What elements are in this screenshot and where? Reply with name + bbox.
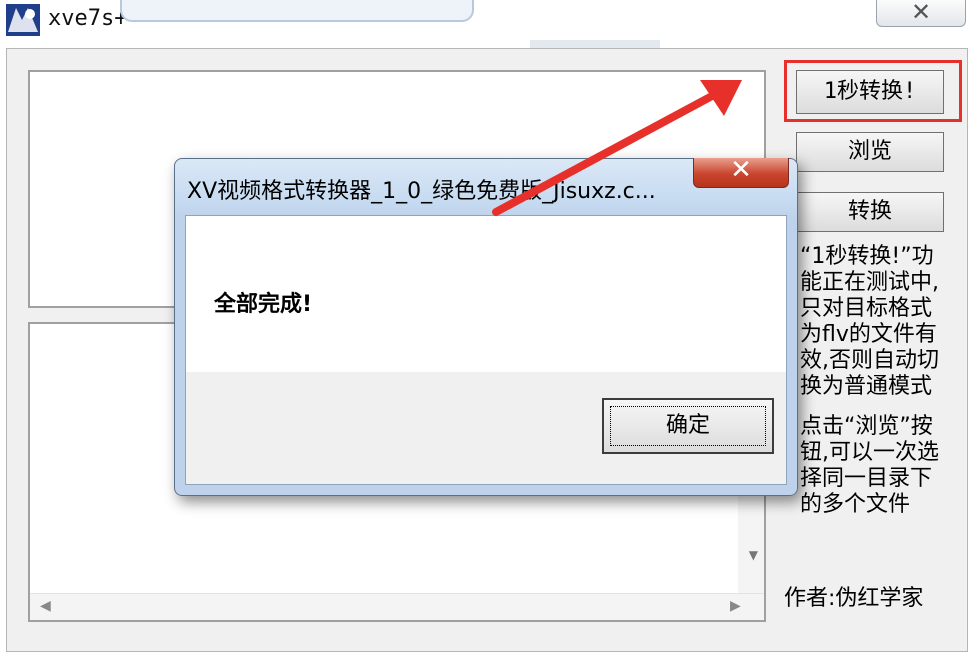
window-close-button[interactable]: ✕	[876, 0, 966, 27]
browse-button[interactable]: 浏览	[796, 132, 944, 172]
close-icon: ✕	[910, 0, 932, 26]
dialog-close-button[interactable]: ✕	[693, 155, 789, 188]
author-label: 作者:伪红学家	[784, 586, 924, 611]
dialog-message-area: 全部完成!	[186, 216, 786, 372]
ok-button[interactable]: 确定	[602, 398, 774, 454]
horizontal-scrollbar[interactable]: ◀ ▶	[30, 593, 764, 620]
dialog-close-icon: ✕	[730, 155, 752, 185]
convert-button[interactable]: 转换	[796, 192, 944, 232]
window-title: xve7s+	[48, 6, 128, 31]
dialog-message: 全部完成!	[214, 292, 313, 317]
main-titlebar: xve7s+ ✕	[0, 0, 972, 50]
completion-dialog: XV视频格式转换器_1_0_绿色免费版_Jisuxz.c... ✕ 全部完成! …	[174, 155, 798, 496]
scroll-right-icon[interactable]: ▶	[730, 598, 741, 614]
info-paragraph-2: 点击“浏览”按钮,可以一次选择同一目录下的多个文件	[800, 414, 939, 517]
annotation-highlight-box	[784, 60, 962, 122]
scroll-left-icon[interactable]: ◀	[40, 598, 51, 614]
focus-rectangle	[610, 406, 766, 446]
scroll-down-icon[interactable]: ▼	[749, 548, 758, 562]
background-window-fragment	[120, 0, 474, 22]
info-text: “1秒转换!”功能正在测试中,只对目标格式为flv的文件有效,否则自动切换为普通…	[800, 244, 950, 532]
dialog-title: XV视频格式转换器_1_0_绿色免费版_Jisuxz.c...	[187, 179, 656, 204]
info-paragraph-1: “1秒转换!”功能正在测试中,只对目标格式为flv的文件有效,否则自动切换为普通…	[800, 244, 939, 399]
dialog-body: 全部完成! 确定	[185, 215, 787, 485]
app-icon	[6, 4, 40, 36]
